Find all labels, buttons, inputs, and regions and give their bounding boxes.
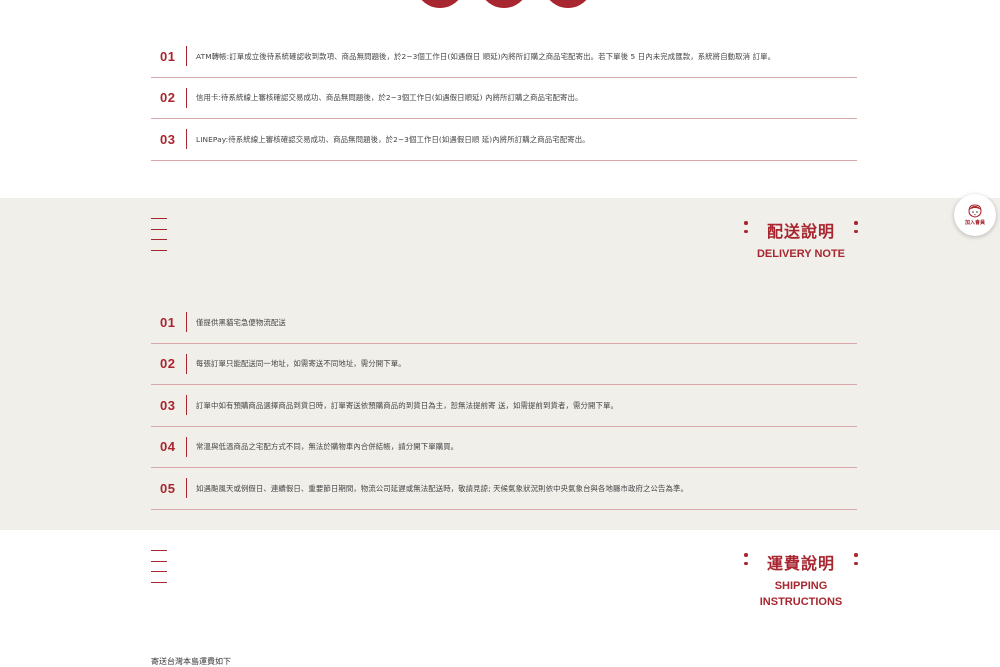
item-divider <box>186 395 187 416</box>
section-title-en: DELIVERY NOTE <box>756 248 846 260</box>
top-decorative-circles <box>0 0 1000 8</box>
item-number: 04 <box>160 439 176 455</box>
item-number: 05 <box>160 480 176 496</box>
item-divider <box>186 87 187 108</box>
item-text: 如遇颱風天或例假日、連續假日、重要節日期間，物流公司延遲或無法配送時，敬請見諒;… <box>196 483 688 493</box>
item-number: 03 <box>160 397 176 413</box>
list-item: 01 ATM轉帳:訂單成立後待系統確認收到款項、商品無問題後，於2~3個工作日(… <box>151 36 857 78</box>
list-item: 03 訂單中如有預購商品選擇商品到貨日時，訂單寄送依預購商品的到貨日為主，恕無法… <box>151 385 857 427</box>
item-number: 02 <box>160 90 176 106</box>
item-divider <box>186 129 187 150</box>
mascot-girl-icon <box>968 204 982 218</box>
item-text: LINEPay:待系統線上審核確認交易成功、商品無問題後，於2~3個工作日(如遇… <box>196 134 590 144</box>
item-number: 03 <box>160 131 176 147</box>
item-text: 信用卡:待系統線上審核確認交易成功、商品無問題後，於2~3個工作日(如遇假日順延… <box>196 93 583 103</box>
item-number: 01 <box>160 314 176 330</box>
shipping-section: 運費說明 SHIPPING INSTRUCTIONS <box>0 530 1000 667</box>
list-item: 02 每張訂單只能配送同一地址，如需寄送不同地址，需分開下單。 <box>151 344 857 385</box>
decorative-circle <box>543 0 593 8</box>
title-en-line: SHIPPING <box>774 580 828 592</box>
item-divider <box>186 436 187 457</box>
join-member-button[interactable]: 加入會員 <box>954 194 996 236</box>
item-text: ATM轉帳:訂單成立後待系統確認收到款項、商品無問題後，於2~3個工作日(如遇假… <box>196 51 776 61</box>
item-text: 常溫與低溫商品之宅配方式不同，無法於購物車內合併結帳，請分開下單購買。 <box>196 442 459 452</box>
delivery-list: 01 僅提供黑貓宅急便物流配送 02 每張訂單只能配送同一地址，如需寄送不同地址… <box>151 302 857 510</box>
decorative-circle <box>415 0 465 8</box>
menu-lines-icon <box>151 550 167 592</box>
section-title: 運費說明 SHIPPING INSTRUCTIONS <box>742 550 860 610</box>
item-text: 訂單中如有預購商品選擇商品到貨日時，訂單寄送依預購商品的到貨日為主，恕無法提前寄… <box>196 400 618 410</box>
section-title-en: SHIPPING INSTRUCTIONS <box>742 578 860 610</box>
item-text: 僅提供黑貓宅急便物流配送 <box>196 317 286 327</box>
item-divider <box>186 478 187 499</box>
list-item: 05 如遇颱風天或例假日、連續假日、重要節日期間，物流公司延遲或無法配送時，敬請… <box>151 468 857 510</box>
decorative-circle <box>479 0 529 8</box>
delivery-section: 配送說明 DELIVERY NOTE 01 僅提供黑貓宅急便物流配送 02 每張… <box>0 198 1000 530</box>
item-number: 01 <box>160 48 176 64</box>
menu-lines-icon <box>151 218 167 260</box>
item-text: 每張訂單只能配送同一地址，如需寄送不同地址，需分開下單。 <box>196 359 406 369</box>
join-member-label: 加入會員 <box>964 220 985 226</box>
shipping-note: 寄送台灣本島運費如下 <box>151 657 231 666</box>
item-divider <box>186 46 187 67</box>
section-title: 配送說明 DELIVERY NOTE <box>742 218 860 262</box>
list-item: 02 信用卡:待系統線上審核確認交易成功、商品無問題後，於2~3個工作日(如遇假… <box>151 78 857 119</box>
section-title-zh: 運費說明 <box>766 554 835 573</box>
item-number: 02 <box>160 356 176 372</box>
item-divider <box>186 353 187 374</box>
section-title-zh: 配送說明 <box>766 222 835 241</box>
list-item: 01 僅提供黑貓宅急便物流配送 <box>151 302 857 344</box>
payment-section: 01 ATM轉帳:訂單成立後待系統確認收到款項、商品無問題後，於2~3個工作日(… <box>0 36 1000 198</box>
item-divider <box>186 312 187 333</box>
list-item: 04 常溫與低溫商品之宅配方式不同，無法於購物車內合併結帳，請分開下單購買。 <box>151 427 857 468</box>
payment-list: 01 ATM轉帳:訂單成立後待系統確認收到款項、商品無問題後，於2~3個工作日(… <box>151 36 857 161</box>
list-item: 03 LINEPay:待系統線上審核確認交易成功、商品無問題後，於2~3個工作日… <box>151 119 857 161</box>
title-en-line: INSTRUCTIONS <box>759 596 843 608</box>
